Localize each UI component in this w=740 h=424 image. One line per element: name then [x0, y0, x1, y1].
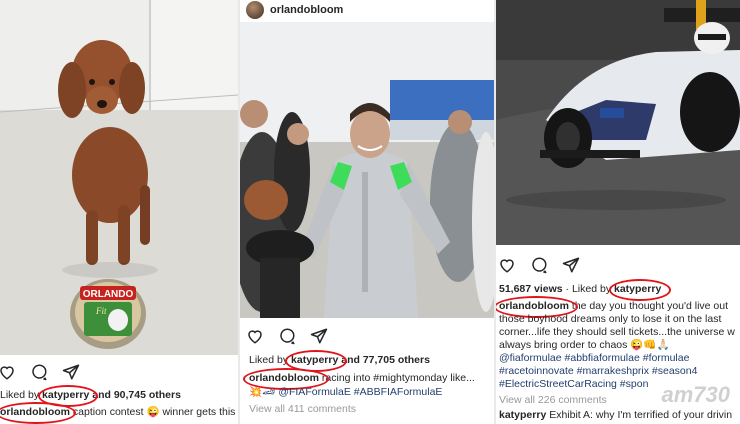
- comment-text: Exhibit A: why I'm terrified of your dri…: [546, 409, 733, 421]
- caption-user[interactable]: orlandobloom: [0, 406, 70, 418]
- race-car-scene: [496, 0, 740, 245]
- likes-line: Liked by katyperry and 90,745 others: [0, 389, 181, 402]
- caption-hashtags-2[interactable]: #racetoinnovate #marrakeshprix #season4: [499, 365, 697, 378]
- view-comments-link[interactable]: View all 226 comments: [499, 394, 607, 407]
- likes-line: Liked by katyperry and 77,705 others: [249, 354, 430, 367]
- race-car-video[interactable]: [496, 0, 740, 245]
- post-panel-car: 51,687 views · Liked by katyperry orland…: [496, 0, 740, 424]
- can-brand-label: ORLANDO: [83, 289, 134, 300]
- share-icon[interactable]: [562, 256, 580, 274]
- caption-line-2[interactable]: 💥🏎 @FIAFormulaE #ABBFIAFormulaE: [249, 386, 442, 399]
- liked-by-user[interactable]: katyperry: [42, 389, 89, 401]
- post-panel-dog: ORLANDO Fit Liked by katyperry and 90,74…: [0, 0, 238, 424]
- comment-icon[interactable]: [278, 327, 296, 345]
- avatar[interactable]: [246, 1, 264, 19]
- comment-line: katyperry Exhibit A: why I'm terrified o…: [499, 409, 732, 422]
- caption-text: caption contest 😜 winner gets this: [70, 406, 236, 418]
- liked-by-count[interactable]: and 77,705 others: [338, 354, 430, 366]
- heart-icon[interactable]: [498, 256, 516, 274]
- can-sub-label: Fit: [95, 306, 107, 316]
- watermark-logo: am730: [661, 382, 730, 407]
- liked-by-prefix: Liked by: [249, 354, 292, 366]
- views-count[interactable]: 51,687 views: [499, 283, 563, 295]
- liked-by-prefix: · Liked by: [562, 283, 614, 295]
- caption-user[interactable]: orlandobloom: [249, 372, 319, 384]
- caption-text-4: always bring order to chaos 😜👊🙏🏻: [499, 339, 670, 351]
- post-header: orlandobloom: [246, 0, 343, 20]
- action-bar: [246, 327, 328, 345]
- comment-icon[interactable]: [530, 256, 548, 274]
- views-line: 51,687 views · Liked by katyperry: [499, 283, 661, 296]
- racer-photo[interactable]: [240, 22, 494, 318]
- caption-line: orlandobloom racing into #mightymonday l…: [249, 372, 475, 385]
- action-bar: [0, 363, 80, 381]
- comment-user[interactable]: katyperry: [499, 409, 546, 421]
- caption-hashtags-3[interactable]: #ElectricStreetCarRacing #spon: [499, 378, 648, 391]
- liked-by-user[interactable]: katyperry: [291, 354, 338, 366]
- dog-scene: ORLANDO Fit: [0, 0, 238, 355]
- caption-text-3: corner...life they should sell tickets..…: [499, 326, 735, 338]
- caption-text: racing into #mightymonday like...: [319, 372, 475, 384]
- liked-by-count[interactable]: and 90,745 others: [89, 389, 181, 401]
- view-comments-link[interactable]: View all 411 comments: [249, 403, 356, 416]
- caption-text-2: those boyhood dreams only to lose it on …: [499, 313, 722, 325]
- caption-text-1: the day you thought you'd live out: [569, 300, 729, 312]
- header-username[interactable]: orlandobloom: [270, 4, 343, 16]
- caption-line: orlandobloom caption contest 😜 winner ge…: [0, 406, 235, 419]
- action-bar: [498, 256, 580, 274]
- heart-icon[interactable]: [246, 327, 264, 345]
- caption-user[interactable]: orlandobloom: [499, 300, 569, 312]
- comment-icon[interactable]: [30, 363, 48, 381]
- heart-icon[interactable]: [0, 363, 16, 381]
- liked-by-prefix: Liked by: [0, 389, 43, 401]
- caption-hashtags-1[interactable]: @fiaformulae #abbfiaformulae #formulae: [499, 352, 689, 365]
- dog-photo[interactable]: ORLANDO Fit: [0, 0, 238, 355]
- racer-scene: [240, 22, 494, 318]
- caption-line: orlandobloom the day you thought you'd l…: [499, 300, 728, 313]
- post-panel-racer: orlandobloom Liked by katyperry and 77,7…: [240, 0, 494, 424]
- share-icon[interactable]: [310, 327, 328, 345]
- share-icon[interactable]: [62, 363, 80, 381]
- liked-by-user[interactable]: katyperry: [614, 283, 661, 295]
